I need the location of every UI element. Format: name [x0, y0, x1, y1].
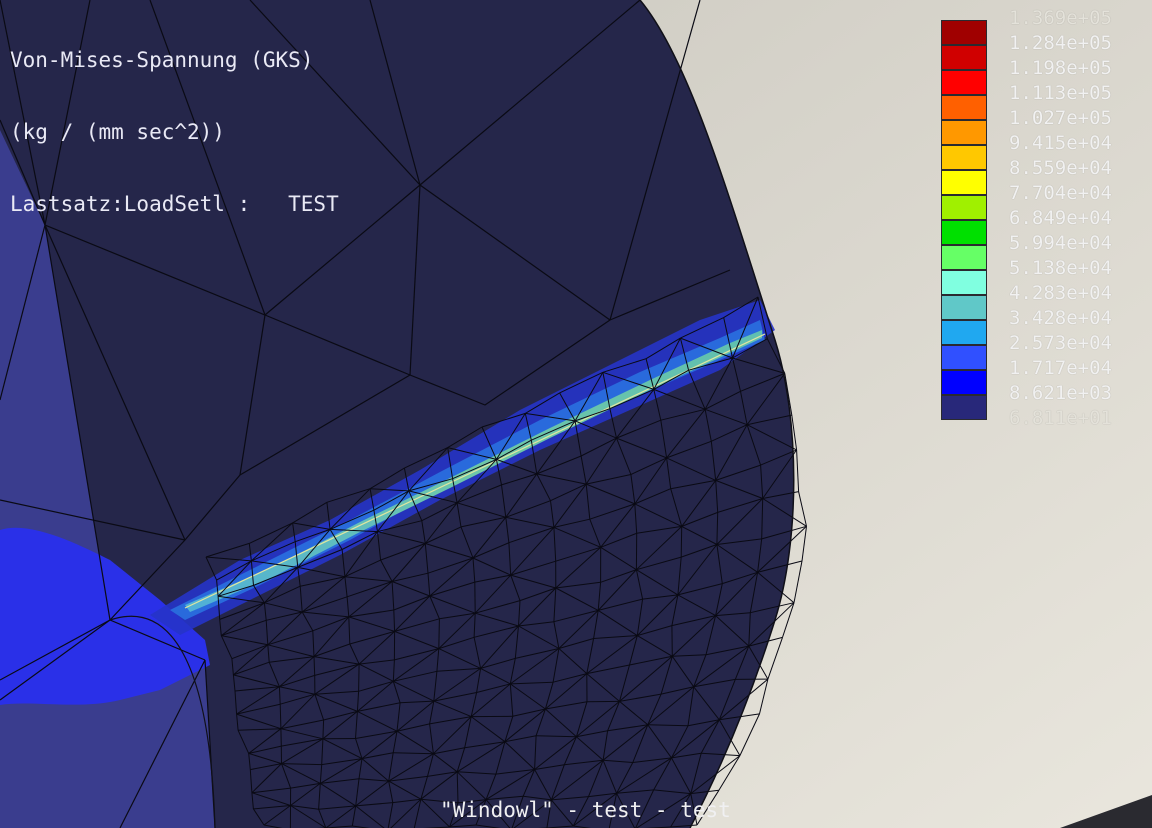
- legend-swatch: [941, 345, 987, 370]
- legend-value-label: 1.198e+05: [1009, 57, 1112, 79]
- mesh-edge: [358, 664, 360, 692]
- legend-swatch: [941, 245, 987, 270]
- legend-swatch: [941, 170, 987, 195]
- legend-swatch: [941, 270, 987, 295]
- result-units: (kg / (mm sec^2)): [10, 120, 225, 144]
- legend-value-label: 9.415e+04: [1009, 132, 1112, 154]
- legend-value-label: 7.704e+04: [1009, 182, 1112, 204]
- mesh-edge: [279, 704, 282, 729]
- legend-value-label: 5.994e+04: [1009, 232, 1112, 254]
- legend-swatch: [941, 220, 987, 245]
- legend-swatch: [941, 320, 987, 345]
- window-caption: "Windowl" - test - test: [440, 798, 731, 822]
- legend-value-label: 1.369e+05: [1009, 7, 1112, 29]
- legend-value-label: 8.559e+04: [1009, 157, 1112, 179]
- legend-value-label: 4.283e+04: [1009, 282, 1112, 304]
- legend-swatch: [941, 395, 987, 420]
- legend-swatch: [941, 45, 987, 70]
- legend-swatch: [941, 95, 987, 120]
- result-quantity: Von-Mises-Spannung (GKS): [10, 48, 314, 72]
- legend-value-label: 6.811e+01: [1009, 407, 1112, 429]
- legend-value-label: 1.717e+04: [1009, 357, 1112, 379]
- mesh-edge: [322, 719, 325, 739]
- legend-value-label: 2.573e+04: [1009, 332, 1112, 354]
- legend-value-label: 6.849e+04: [1009, 207, 1112, 229]
- result-title: Von-Mises-Spannung (GKS) (kg / (mm sec^2…: [10, 0, 339, 240]
- legend-swatch: [941, 20, 987, 45]
- legend-swatch: [941, 70, 987, 95]
- legend-swatch: [941, 195, 987, 220]
- legend-value-label: 1.284e+05: [1009, 32, 1112, 54]
- legend-swatch: [941, 145, 987, 170]
- legend-swatch: [941, 120, 987, 145]
- mesh-edge: [438, 618, 440, 649]
- legend-swatch: [941, 370, 987, 395]
- legend-value-label: 1.113e+05: [1009, 82, 1112, 104]
- load-set: Lastsatz:LoadSetl : TEST: [10, 192, 339, 216]
- legend-value-label: 5.138e+04: [1009, 257, 1112, 279]
- mesh-edge: [680, 526, 683, 558]
- mesh-edge: [313, 656, 316, 676]
- legend-swatch: [941, 295, 987, 320]
- legend-value-label: 1.027e+05: [1009, 107, 1112, 129]
- legend-value-label: 3.428e+04: [1009, 307, 1112, 329]
- legend-value-label: 8.621e+03: [1009, 382, 1112, 404]
